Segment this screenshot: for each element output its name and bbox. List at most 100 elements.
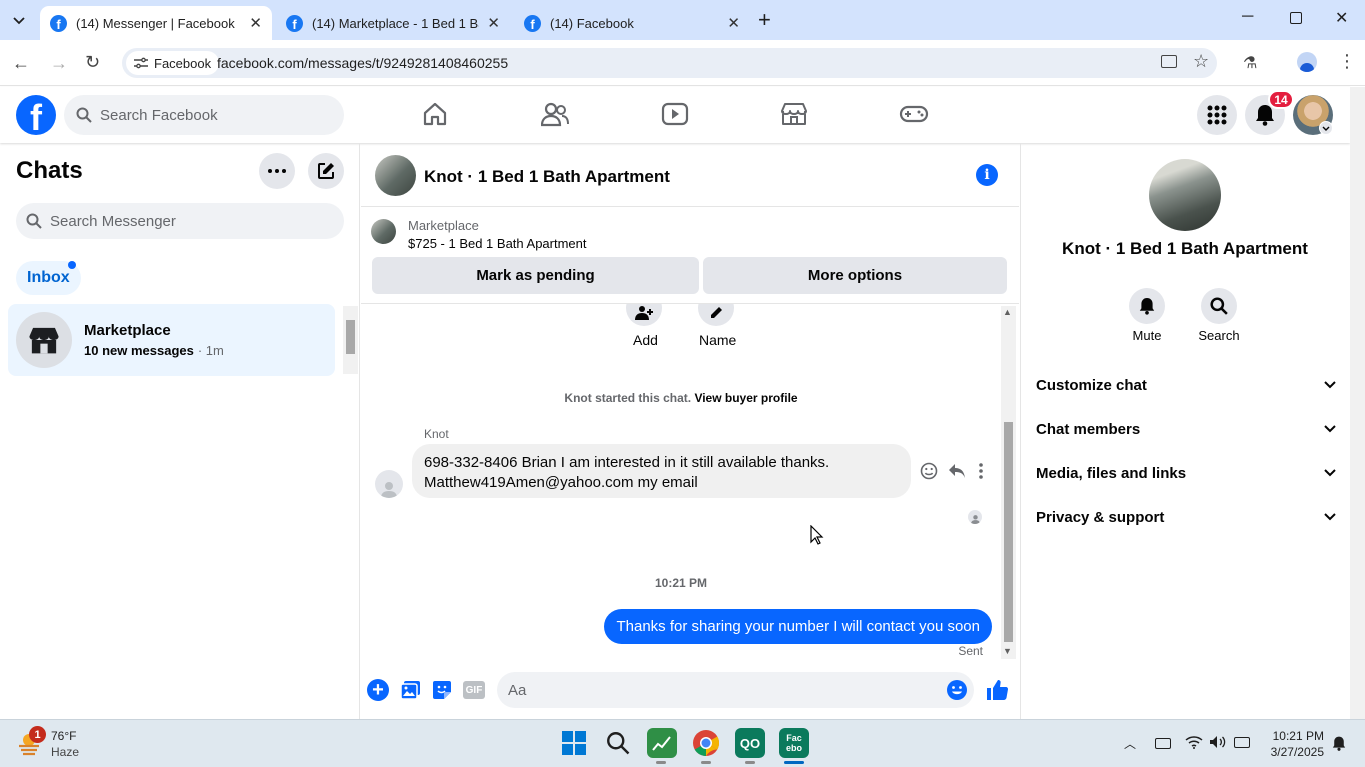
chats-options-button[interactable]	[259, 153, 295, 189]
taskbar-search-button[interactable]	[603, 728, 633, 758]
start-button[interactable]	[559, 728, 589, 758]
facebook-app-icon: Fac	[786, 733, 802, 743]
install-app-icon[interactable]	[1161, 55, 1177, 68]
tab-marketplace[interactable]: f (14) Marketplace - 1 Bed 1 Bath ✕	[276, 6, 510, 40]
nav-gaming[interactable]	[899, 101, 929, 127]
incoming-message-bubble[interactable]: 698-332-8406 Brian I am interested in it…	[412, 444, 911, 498]
clock-time[interactable]: 10:21 PM	[1254, 729, 1324, 743]
sent-status: Sent	[958, 644, 983, 658]
marketplace-store-icon	[29, 327, 59, 354]
more-actions-plus-button[interactable]: +	[367, 679, 389, 701]
url-text[interactable]: facebook.com/messages/t/9249281408460255	[217, 55, 508, 71]
conversation-avatar[interactable]	[375, 155, 416, 196]
message-composer-input[interactable]: Aa	[497, 672, 974, 708]
privacy-support-section[interactable]: Privacy & support	[1036, 502, 1336, 532]
chat-members-section[interactable]: Chat members	[1036, 414, 1336, 444]
friends-icon	[541, 102, 569, 127]
like-button[interactable]	[985, 678, 1009, 702]
close-tab-icon[interactable]: ✕	[249, 14, 262, 32]
close-tab-icon[interactable]: ✕	[727, 14, 740, 32]
close-tab-icon[interactable]: ✕	[487, 14, 500, 32]
volume-icon[interactable]	[1209, 735, 1227, 749]
taskbar-facebook-app[interactable]: Fac ebo	[779, 728, 809, 758]
show-hidden-icons-button[interactable]: ︿	[1124, 735, 1136, 752]
conversation-title[interactable]: Knot · 1 Bed 1 Bath Apartment	[424, 167, 670, 187]
mark-as-pending-button[interactable]: Mark as pending	[372, 257, 699, 294]
minimize-window-button[interactable]: ─	[1242, 8, 1253, 26]
browser-menu-icon[interactable]: ⋮	[1338, 50, 1356, 72]
taskbar-qq-app[interactable]: QO	[735, 728, 765, 758]
weather-desc[interactable]: Haze	[51, 745, 79, 759]
bookmark-star-icon[interactable]: ☆	[1193, 51, 1209, 72]
add-people-button[interactable]	[626, 304, 662, 326]
react-button[interactable]	[920, 462, 938, 480]
gif-icon[interactable]: GIF	[463, 681, 485, 699]
reload-button[interactable]: ↻	[85, 52, 100, 73]
close-window-button[interactable]: ✕	[1335, 8, 1348, 28]
sender-avatar[interactable]	[375, 470, 403, 498]
message-list-scrollbar[interactable]	[1001, 306, 1016, 659]
attach-photo-button[interactable]	[400, 680, 421, 700]
back-button[interactable]: ←	[12, 53, 30, 74]
taskbar-chart-app[interactable]	[647, 728, 677, 758]
taskbar-running-indicator	[745, 761, 755, 764]
wifi-icon	[1185, 736, 1203, 749]
wifi-icon[interactable]	[1185, 735, 1203, 749]
emoji-icon	[947, 680, 967, 700]
more-options-button[interactable]: More options	[703, 257, 1007, 294]
weather-alert-badge: 1	[29, 726, 46, 743]
new-message-button[interactable]	[308, 153, 344, 189]
search-in-conversation-button[interactable]	[1201, 288, 1237, 324]
chevron-down-icon	[13, 17, 25, 25]
facebook-search-box[interactable]: Search Facebook	[64, 95, 344, 135]
keyboard-icon[interactable]	[1155, 738, 1171, 749]
listing-title[interactable]: $725 - 1 Bed 1 Bath Apartment	[408, 236, 587, 251]
new-tab-button[interactable]: +	[758, 9, 771, 31]
mute-button[interactable]	[1129, 288, 1165, 324]
details-avatar[interactable]	[1149, 159, 1221, 231]
facebook-logo-icon[interactable]: f	[16, 95, 56, 135]
site-info-chip[interactable]: Facebook	[126, 51, 220, 75]
marketplace-store-icon	[781, 103, 807, 125]
name-chat-button[interactable]	[698, 304, 734, 326]
messenger-search-box[interactable]: Search Messenger	[16, 203, 344, 239]
taskbar-chrome[interactable]	[691, 728, 721, 758]
home-icon	[423, 102, 447, 126]
sticker-button[interactable]	[432, 680, 452, 700]
marketplace-avatar	[16, 312, 72, 368]
scroll-up-arrow[interactable]: ▲	[1003, 307, 1012, 317]
chat-list-scrollbar[interactable]	[343, 306, 358, 374]
windows-logo-icon	[562, 731, 586, 755]
nav-marketplace[interactable]	[780, 101, 808, 127]
notification-center-button[interactable]	[1332, 736, 1346, 751]
message-more-button[interactable]	[979, 463, 983, 479]
search-icon	[26, 213, 42, 229]
nav-watch[interactable]	[661, 101, 689, 127]
media-files-links-section[interactable]: Media, files and links	[1036, 458, 1336, 488]
page-scrollbar[interactable]	[1350, 87, 1365, 719]
reply-button[interactable]	[948, 463, 966, 479]
conversation-info-icon[interactable]: i	[976, 164, 998, 186]
emoji-button[interactable]	[946, 679, 968, 701]
tab-facebook[interactable]: f (14) Facebook ✕	[514, 6, 750, 40]
nav-home[interactable]	[422, 101, 448, 127]
more-vertical-icon	[979, 463, 983, 479]
tab-search-button[interactable]	[6, 8, 32, 34]
clock-date[interactable]: 3/27/2025	[1254, 745, 1324, 759]
compose-icon	[318, 163, 334, 179]
profile-avatar-icon[interactable]	[1297, 52, 1317, 72]
labs-flask-icon[interactable]: ⚗	[1243, 53, 1257, 73]
view-buyer-profile-link[interactable]: View buyer profile	[694, 391, 797, 405]
maximize-window-button[interactable]	[1290, 12, 1302, 24]
customize-chat-section[interactable]: Customize chat	[1036, 370, 1336, 400]
nav-friends[interactable]	[541, 101, 569, 127]
tab-messenger[interactable]: f (14) Messenger | Facebook ✕	[40, 6, 272, 40]
menu-button[interactable]	[1197, 95, 1237, 135]
forward-button[interactable]: →	[50, 53, 68, 74]
account-menu-chevron[interactable]	[1319, 121, 1333, 135]
outgoing-message-bubble[interactable]: Thanks for sharing your number I will co…	[604, 609, 992, 644]
scroll-down-arrow[interactable]: ▼	[1003, 646, 1012, 656]
battery-icon[interactable]	[1234, 737, 1250, 748]
chevron-down-icon	[1324, 381, 1336, 389]
weather-temp[interactable]: 76°F	[51, 729, 76, 743]
